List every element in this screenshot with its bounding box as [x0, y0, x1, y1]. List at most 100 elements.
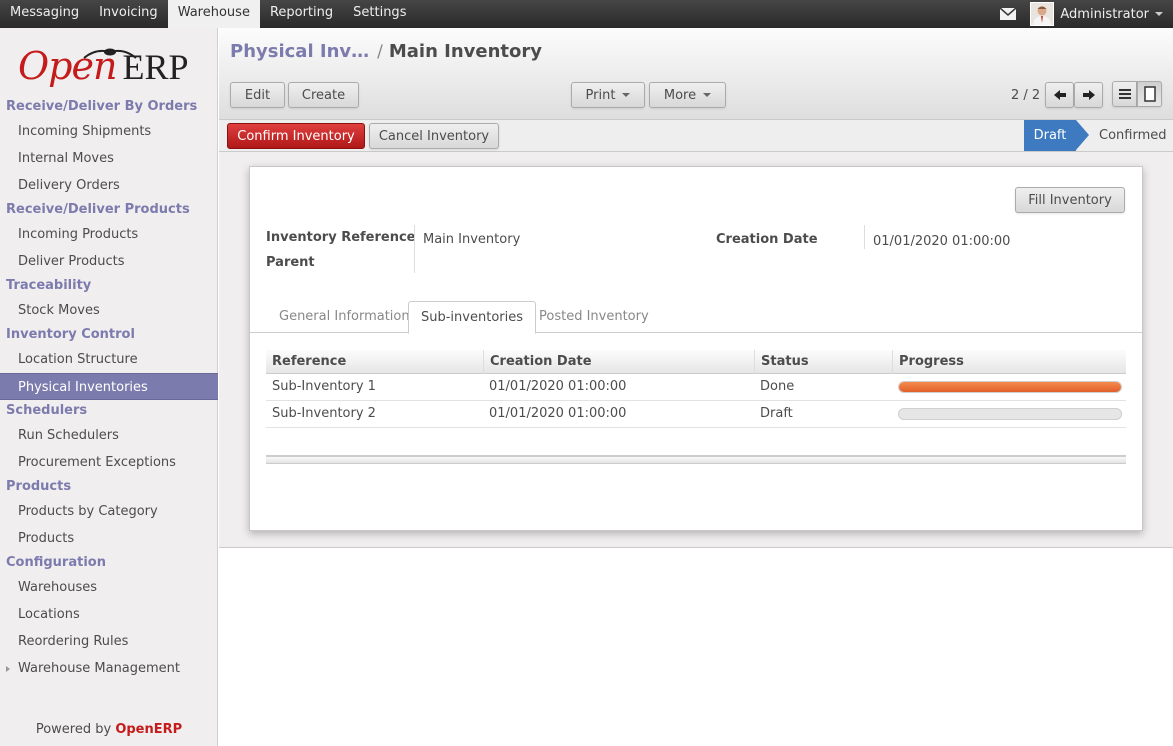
- sidebar-section[interactable]: Schedulers: [0, 400, 218, 422]
- table-footer: [266, 455, 1126, 464]
- sidebar-item[interactable]: Reordering Rules: [0, 628, 218, 655]
- cell-status: Draft: [760, 406, 793, 421]
- sidebar-item[interactable]: Incoming Products: [0, 221, 218, 248]
- sidebar-item[interactable]: Locations: [0, 601, 218, 628]
- print-button[interactable]: Print: [571, 82, 645, 108]
- progress-bar: [898, 381, 1122, 393]
- tab-sub-inventories[interactable]: Sub-inventories: [408, 301, 536, 334]
- sidebar-section[interactable]: Products: [0, 476, 218, 498]
- column-progress[interactable]: Progress: [892, 350, 1126, 374]
- more-button[interactable]: More: [649, 82, 726, 108]
- form-background: Fill Inventory Inventory Reference Paren…: [219, 152, 1173, 548]
- pager-next-button[interactable]: [1074, 82, 1103, 108]
- column-reference[interactable]: Reference: [266, 350, 483, 374]
- chevron-down-icon[interactable]: [1155, 12, 1163, 16]
- sidebar-item-label: Physical Inventories: [18, 380, 148, 395]
- cell-date: 01/01/2020 01:00:00: [489, 406, 627, 421]
- sidebar-item[interactable]: Incoming Shipments: [0, 118, 218, 145]
- sidebar-item-label: Locations: [18, 607, 80, 622]
- menu-reporting[interactable]: Reporting: [260, 0, 343, 28]
- sidebar-item-label: Warehouse Management: [18, 661, 181, 676]
- breadcrumb: Physical Inv… / Main Inventory: [230, 41, 542, 62]
- sidebar-item-label: Products by Category: [18, 504, 158, 519]
- sidebar-item-label: Stock Moves: [18, 303, 100, 318]
- cancel-inventory-button[interactable]: Cancel Inventory: [369, 123, 499, 149]
- notebook-tabs: General Information Sub-inventories Post…: [250, 301, 1142, 334]
- table-header: Reference Creation Date Status Progress: [266, 350, 1126, 374]
- powered-brand[interactable]: OpenERP: [115, 722, 182, 737]
- sidebar-item-label: Run Schedulers: [18, 428, 119, 443]
- cell-reference: Sub-Inventory 1: [272, 379, 376, 394]
- parent-label: Parent: [266, 255, 315, 270]
- sidebar-section[interactable]: Inventory Control: [0, 324, 218, 346]
- stage-confirmed[interactable]: Confirmed: [1099, 120, 1167, 151]
- cell-status: Done: [760, 379, 795, 394]
- tab-general-information[interactable]: General Information: [267, 301, 422, 333]
- create-button[interactable]: Create: [288, 82, 359, 108]
- sidebar-item[interactable]: Location Structure: [0, 346, 218, 373]
- user-name[interactable]: Administrator: [1060, 7, 1149, 22]
- print-label: Print: [585, 87, 616, 103]
- table-row[interactable]: Sub-Inventory 2 01/01/2020 01:00:00 Draft: [266, 401, 1126, 428]
- pager-previous-button[interactable]: [1045, 82, 1074, 108]
- cell-date: 01/01/2020 01:00:00: [489, 379, 627, 394]
- list-icon: [1118, 89, 1131, 99]
- menu-invoicing[interactable]: Invoicing: [89, 0, 168, 28]
- sidebar-item-label: Location Structure: [18, 352, 138, 367]
- list-view-button[interactable]: [1112, 81, 1137, 107]
- stage-draft[interactable]: Draft: [1024, 120, 1076, 151]
- menu-messaging[interactable]: Messaging: [0, 0, 89, 28]
- cell-reference: Sub-Inventory 2: [272, 406, 376, 421]
- sidebar-item-label: Incoming Products: [18, 227, 139, 242]
- sidebar-item[interactable]: Products by Category: [0, 498, 218, 525]
- breadcrumb-parent[interactable]: Physical Inv…: [230, 41, 369, 62]
- confirm-inventory-button[interactable]: Confirm Inventory: [227, 123, 365, 149]
- pager-value[interactable]: 2 / 2: [1011, 88, 1040, 103]
- sidebar-item[interactable]: Warehouses: [0, 574, 218, 601]
- openerp-logo[interactable]: Open ERP: [18, 44, 188, 96]
- sidebar-item-label: Internal Moves: [18, 151, 114, 166]
- page-title: Main Inventory: [388, 41, 543, 62]
- sidebar-section[interactable]: Traceability: [0, 275, 218, 297]
- sidebar-item[interactable]: Warehouse Management: [0, 655, 218, 682]
- main-content: Physical Inv… / Main Inventory Edit Crea…: [219, 28, 1173, 746]
- column-creation-date[interactable]: Creation Date: [483, 350, 754, 374]
- sub-inventories-table: Reference Creation Date Status Progress …: [266, 350, 1126, 428]
- form-icon: [1143, 86, 1156, 102]
- stage-arrow: [1076, 120, 1089, 150]
- creation-date-label: Creation Date: [716, 232, 818, 247]
- menu-warehouse[interactable]: Warehouse: [167, 0, 260, 28]
- sidebar-item[interactable]: Internal Moves: [0, 145, 218, 172]
- sidebar-item[interactable]: Stock Moves: [0, 297, 218, 324]
- progress-bar: [898, 408, 1122, 420]
- arrow-right-icon: [1082, 90, 1095, 100]
- avatar[interactable]: [1030, 2, 1055, 26]
- sidebar-section[interactable]: Configuration: [0, 552, 218, 574]
- sidebar-section[interactable]: Receive/Deliver Products: [0, 199, 218, 221]
- column-status[interactable]: Status: [754, 350, 892, 374]
- tab-posted-inventory[interactable]: Posted Inventory: [527, 301, 661, 333]
- sidebar-item[interactable]: Run Schedulers: [0, 422, 218, 449]
- ant-icon: [83, 48, 137, 59]
- creation-date-value[interactable]: 01/01/2020 01:00:00: [873, 234, 1010, 249]
- user-area: Administrator: [999, 0, 1173, 28]
- table-row[interactable]: Sub-Inventory 1 01/01/2020 01:00:00 Done: [266, 374, 1126, 401]
- inventory-reference-value[interactable]: Main Inventory: [423, 232, 520, 247]
- sidebar-item[interactable]: Procurement Exceptions: [0, 449, 218, 476]
- fill-inventory-button[interactable]: Fill Inventory: [1015, 187, 1125, 213]
- sidebar-item[interactable]: Delivery Orders: [0, 172, 218, 199]
- expand-icon[interactable]: [6, 666, 10, 672]
- sidebar-item[interactable]: Deliver Products: [0, 248, 218, 275]
- sidebar-item-label: Delivery Orders: [18, 178, 120, 193]
- sidebar-item[interactable]: Products: [0, 525, 218, 552]
- menu-settings[interactable]: Settings: [343, 0, 416, 28]
- sidebar-section[interactable]: Receive/Deliver By Orders: [0, 96, 218, 118]
- top-menu: Messaging Invoicing Warehouse Reporting …: [0, 0, 416, 28]
- powered-prefix: Powered by: [35, 722, 112, 737]
- mail-icon[interactable]: [999, 7, 1017, 20]
- form-view-button[interactable]: [1137, 81, 1162, 107]
- sidebar-item-label: Incoming Shipments: [18, 124, 152, 139]
- edit-button[interactable]: Edit: [230, 82, 285, 108]
- sidebar-item[interactable]: Physical Inventories: [0, 373, 218, 400]
- inventory-reference-label: Inventory Reference: [266, 230, 416, 245]
